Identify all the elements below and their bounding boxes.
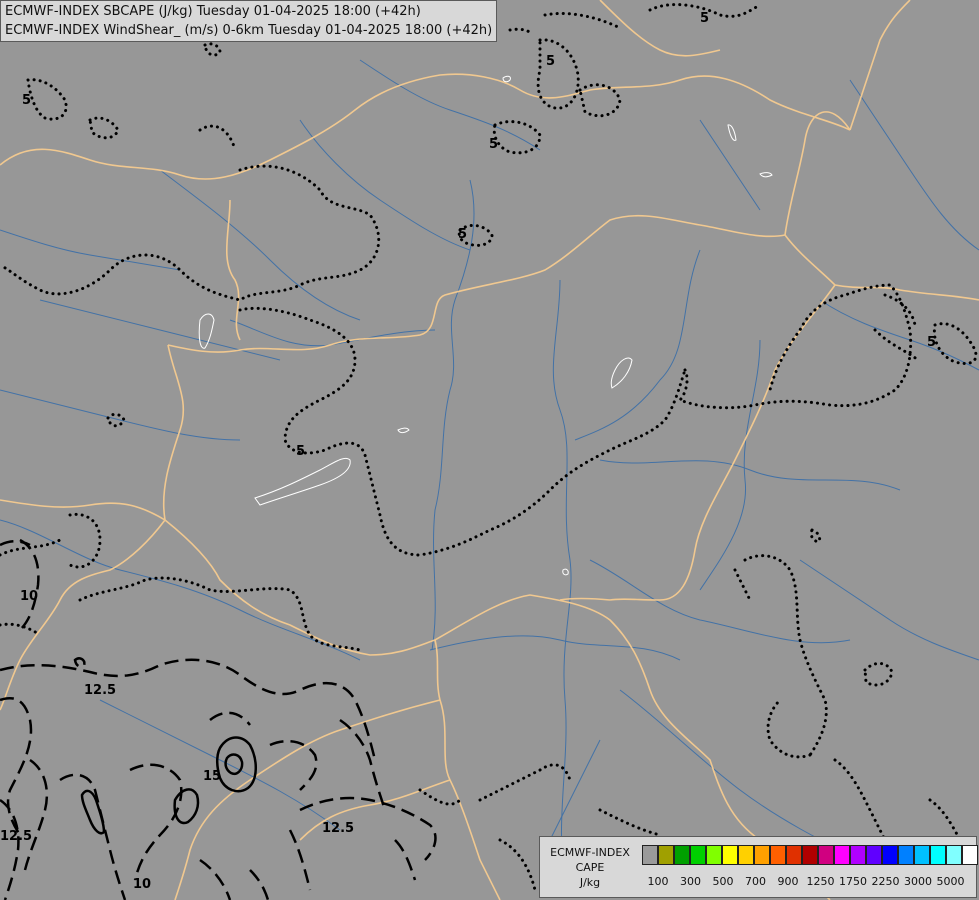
legend-tick-label: 900: [777, 875, 799, 888]
legend-swatch: [690, 845, 706, 865]
legend-tick-label: 700: [745, 875, 766, 888]
legend-title-variable: CAPE: [575, 861, 605, 874]
contour-label-5: 5: [700, 11, 709, 26]
legend-color-scale: [642, 845, 978, 865]
legend-swatch: [674, 845, 690, 865]
contour-label-5: 5: [489, 137, 498, 152]
legend-tick-label: 2250: [871, 875, 900, 888]
legend-swatch: [658, 845, 674, 865]
legend-swatch: [786, 845, 802, 865]
legend-tick-label: 5000: [936, 875, 965, 888]
legend-swatch: [706, 845, 722, 865]
legend-swatch: [930, 845, 946, 865]
contour-label-5: 5: [458, 227, 467, 242]
contour-label-12-5: 12.5: [322, 821, 354, 836]
contour-label-5: 5: [546, 54, 555, 69]
legend-swatch: [642, 845, 658, 865]
contour-label-10: 10: [133, 877, 151, 892]
legend-swatch: [850, 845, 866, 865]
weather-map: 5 5 5 5 5 5 5 10 12.5 15 12.5 12.5 10: [0, 0, 979, 900]
map-title-windshear: ECMWF-INDEX WindShear_ (m/s) 0-6km Tuesd…: [5, 23, 493, 38]
legend-tick-label: 3000: [904, 875, 932, 888]
legend-swatch: [946, 845, 962, 865]
legend-tick-label: 100: [647, 875, 669, 888]
contour-label-12-5: 12.5: [0, 829, 32, 844]
legend-swatch: [962, 845, 978, 865]
contour-label-5: 5: [927, 335, 936, 350]
legend-title-unit: J/kg: [579, 876, 601, 889]
legend-title-source: ECMWF-INDEX: [550, 846, 630, 859]
contour-label-5: 5: [22, 93, 31, 108]
legend-tick-label: 300: [680, 875, 701, 888]
legend-swatch: [802, 845, 818, 865]
cape-legend: ECMWF-INDEX CAPE J/kg 100 300 500 700 900 125…: [539, 836, 978, 898]
legend-swatch: [898, 845, 914, 865]
legend-swatch: [866, 845, 882, 865]
legend-swatch: [738, 845, 754, 865]
legend-swatch: [914, 845, 930, 865]
legend-swatch: [834, 845, 850, 865]
legend-tick-labels: 100 300 500 700 900 1250 1750 2250 3000 5000: [642, 875, 972, 889]
legend-swatch: [722, 845, 738, 865]
legend-swatch: [818, 845, 834, 865]
legend-tick-label: 1250: [806, 875, 835, 888]
legend-swatch: [882, 845, 898, 865]
contour-label-15: 15: [203, 769, 221, 784]
contour-label-10: 10: [20, 589, 38, 604]
contour-label-12-5: 12.5: [84, 683, 116, 698]
legend-tick-label: 1750: [839, 875, 867, 888]
contour-label-5: 5: [296, 444, 305, 459]
map-background: [0, 0, 979, 900]
legend-swatch: [770, 845, 786, 865]
map-title-cape: ECMWF-INDEX SBCAPE (J/kg) Tuesday 01-04-…: [5, 4, 421, 19]
legend-title: ECMWF-INDEX CAPE J/kg: [542, 845, 638, 890]
legend-swatch: [754, 845, 770, 865]
legend-tick-label: 500: [712, 875, 734, 888]
map-title-box: ECMWF-INDEX SBCAPE (J/kg) Tuesday 01-04-…: [0, 0, 497, 42]
